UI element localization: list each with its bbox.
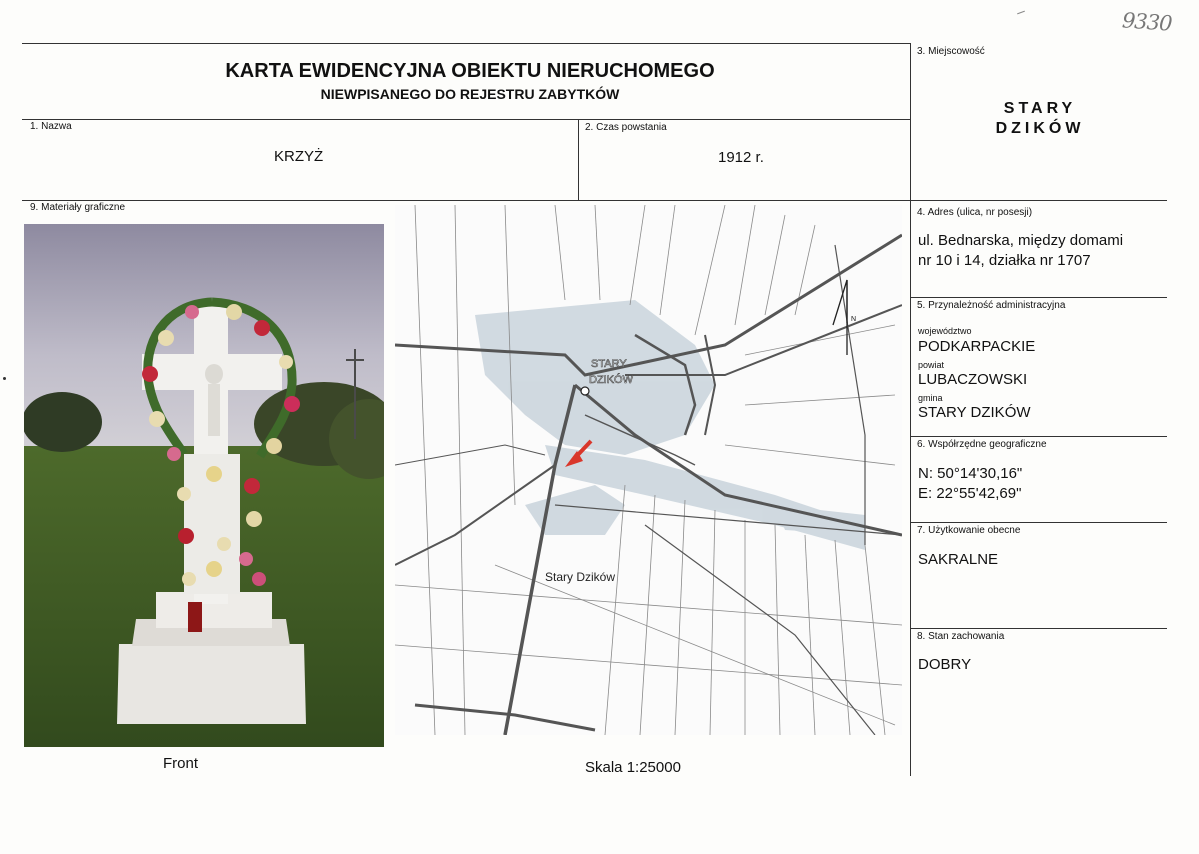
- map-town-label-2: DZIKÓW: [589, 373, 634, 386]
- document-subtitle: NIEWPISANEGO DO REJESTRU ZABYTKÓW: [320, 86, 620, 102]
- map-town-label-1: STARY: [591, 358, 627, 370]
- czas-value: 1912 r.: [718, 149, 764, 166]
- cross-photo: [24, 224, 384, 747]
- punch-dot: [3, 377, 6, 380]
- stan-value: DOBRY: [918, 656, 972, 673]
- wojewodztwo-value: PODKARPACKIE: [918, 338, 1036, 355]
- location-map: N STARY DZIKÓW Stary Dzików: [395, 205, 902, 735]
- admin-label: 5. Przynależność administracyjna: [917, 300, 1066, 311]
- geo-e-value: E: 22°55'42,69": [918, 485, 1022, 502]
- adres-line-2: nr 10 i 14, działka nr 1707: [918, 252, 1091, 269]
- map-north-letter: N: [851, 316, 856, 323]
- document-title: KARTA EWIDENCYJNA OBIEKTU NIERUCHOMEGO: [225, 60, 715, 82]
- materialy-label: 9. Materiały graficzne: [30, 202, 126, 213]
- gmina-label: gmina: [918, 393, 943, 403]
- nazwa-value: KRZYŻ: [274, 148, 324, 165]
- photo-caption: Front: [163, 755, 199, 772]
- map-place-label: Stary Dzików: [545, 570, 615, 584]
- stan-label: 8. Stan zachowania: [917, 631, 1005, 642]
- rule-right-column: [910, 43, 911, 776]
- geo-n-value: N: 50°14'30,16": [918, 465, 1023, 482]
- rule-fields-bottom: [22, 200, 1167, 201]
- rule-uzytkowanie-bottom: [910, 628, 1167, 629]
- rule-adres-bottom: [910, 297, 1167, 298]
- nazwa-label: 1. Nazwa: [30, 121, 72, 132]
- map-caption: Skala 1:25000: [585, 759, 681, 776]
- rule-top: [22, 43, 910, 44]
- uzytkowanie-value: SAKRALNE: [918, 551, 999, 568]
- miejscowosc-line-1: STARY: [1003, 100, 1077, 117]
- miejscowosc-line-2: DZIKÓW: [995, 120, 1085, 137]
- uzytkowanie-label: 7. Użytkowanie obecne: [917, 525, 1021, 536]
- pen-mark: [1017, 10, 1025, 15]
- czas-label: 2. Czas powstania: [585, 122, 667, 133]
- geo-label: 6. Współrzędne geograficzne: [917, 439, 1047, 450]
- adres-label: 4. Adres (ulica, nr posesji): [917, 207, 1033, 218]
- wojewodztwo-label: województwo: [918, 326, 972, 336]
- gmina-value: STARY DZIKÓW: [918, 404, 1031, 421]
- rule-nazwa-czas-divider: [578, 119, 579, 200]
- rule-geo-bottom: [910, 522, 1167, 523]
- rule-title-bottom: [22, 119, 910, 120]
- handwritten-number: 9330: [1121, 8, 1173, 36]
- powiat-label: powiat: [918, 360, 945, 370]
- powiat-value: LUBACZOWSKI: [918, 371, 1028, 388]
- adres-line-1: ul. Bednarska, między domami: [918, 232, 1124, 249]
- rule-admin-bottom: [910, 436, 1167, 437]
- miejscowosc-label: 3. Miejscowość: [917, 46, 985, 57]
